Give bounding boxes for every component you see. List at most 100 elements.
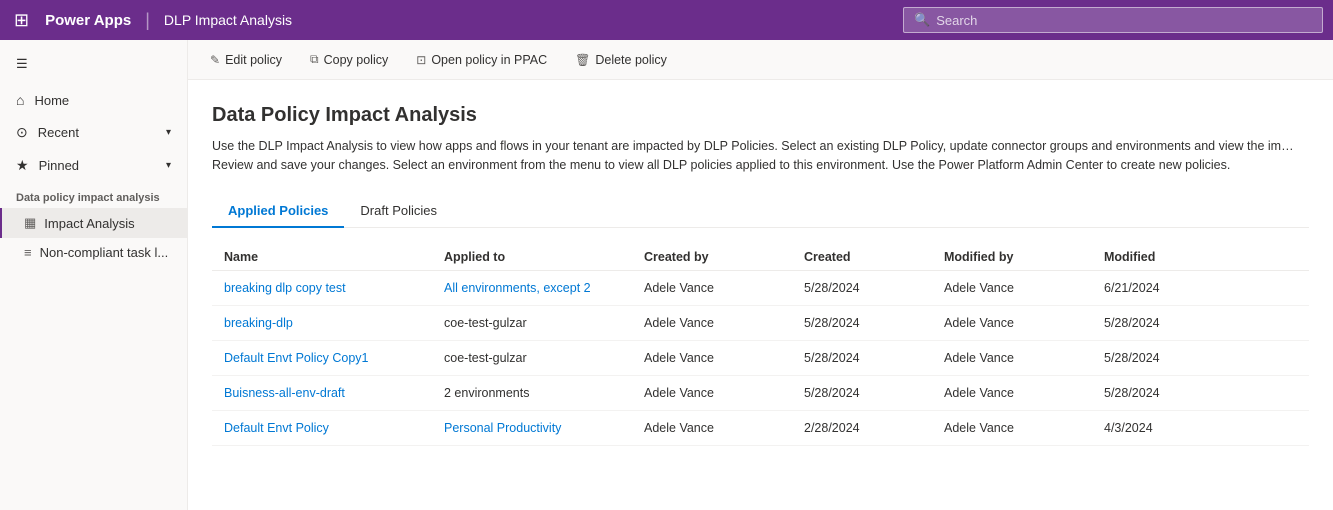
content-area: ✎ Edit policy ⧉ Copy policy ⊡ Open polic… <box>188 40 1333 510</box>
brand-label: Power Apps <box>45 12 131 29</box>
open-icon: ⊡ <box>416 53 426 67</box>
main-layout: ☰ ⌂ Home ⊙ Recent ▾ ★ Pinned ▾ Data poli… <box>0 40 1333 510</box>
cell-modified: 5/28/2024 <box>1104 386 1224 400</box>
hamburger-icon: ☰ <box>16 56 28 71</box>
table-row: Buisness-all-env-draft 2 environments Ad… <box>212 376 1309 411</box>
sidebar-section-label: Data policy impact analysis <box>0 182 187 208</box>
cell-created: 5/28/2024 <box>804 351 944 365</box>
cell-created: 2/28/2024 <box>804 421 944 435</box>
tabs-bar: Applied Policies Draft Policies <box>212 195 1309 228</box>
home-icon: ⌂ <box>16 92 24 108</box>
copy-icon: ⧉ <box>310 52 319 67</box>
policy-name-link[interactable]: breaking dlp copy test <box>224 281 346 295</box>
cell-modified-by: Adele Vance <box>944 351 1104 365</box>
cell-name[interactable]: Default Envt Policy <box>224 421 444 435</box>
policies-table: Name Applied to Created by Created Modif… <box>212 244 1309 446</box>
cell-modified-by: Adele Vance <box>944 316 1104 330</box>
chevron-down-icon-pinned: ▾ <box>166 160 171 171</box>
sidebar-home-label: Home <box>34 93 69 108</box>
sidebar-item-impact-analysis[interactable]: ▦ Impact Analysis <box>0 208 187 238</box>
table-row: Default Envt Policy Personal Productivit… <box>212 411 1309 446</box>
applied-to: 2 environments <box>444 386 529 400</box>
applied-to: coe-test-gulzar <box>444 316 527 330</box>
delete-policy-button[interactable]: 🗑 Delete policy <box>569 49 673 71</box>
cell-name[interactable]: Buisness-all-env-draft <box>224 386 444 400</box>
cell-created: 5/28/2024 <box>804 316 944 330</box>
cell-applied-to: coe-test-gulzar <box>444 316 644 330</box>
applied-to: coe-test-gulzar <box>444 351 527 365</box>
table-row: Default Envt Policy Copy1 coe-test-gulza… <box>212 341 1309 376</box>
table-row: breaking-dlp coe-test-gulzar Adele Vance… <box>212 306 1309 341</box>
col-header-modified: Modified <box>1104 250 1224 264</box>
policy-name-link[interactable]: Default Envt Policy Copy1 <box>224 351 369 365</box>
col-header-name: Name <box>224 250 444 264</box>
recent-icon: ⊙ <box>16 124 28 141</box>
cell-applied-to[interactable]: Personal Productivity <box>444 421 644 435</box>
policy-name-link[interactable]: Buisness-all-env-draft <box>224 386 345 400</box>
pin-icon: ★ <box>16 157 29 174</box>
policy-name-link[interactable]: breaking-dlp <box>224 316 293 330</box>
policy-name-link[interactable]: Default Envt Policy <box>224 421 329 435</box>
sidebar-non-compliant-label: Non-compliant task l... <box>40 245 169 260</box>
col-header-created-by: Created by <box>644 250 804 264</box>
delete-icon: 🗑 <box>575 53 590 67</box>
edit-icon: ✎ <box>210 53 220 67</box>
cell-created-by: Adele Vance <box>644 316 804 330</box>
search-box[interactable]: 🔍 <box>903 7 1323 33</box>
copy-policy-button[interactable]: ⧉ Copy policy <box>304 48 394 71</box>
page-heading: Data Policy Impact Analysis <box>212 104 1309 127</box>
applied-to-link[interactable]: All environments, except 2 <box>444 281 591 295</box>
cell-name[interactable]: breaking-dlp <box>224 316 444 330</box>
sidebar-item-non-compliant[interactable]: ≡ Non-compliant task l... <box>0 238 187 267</box>
toolbar: ✎ Edit policy ⧉ Copy policy ⊡ Open polic… <box>188 40 1333 80</box>
cell-applied-to: coe-test-gulzar <box>444 351 644 365</box>
edit-policy-label: Edit policy <box>225 53 282 67</box>
cell-created: 5/28/2024 <box>804 386 944 400</box>
cell-applied-to: 2 environments <box>444 386 644 400</box>
sidebar-pinned-label: Pinned <box>39 158 79 173</box>
page-title-nav: DLP Impact Analysis <box>164 12 292 28</box>
search-icon: 🔍 <box>914 12 930 28</box>
cell-modified-by: Adele Vance <box>944 281 1104 295</box>
sidebar-item-recent[interactable]: ⊙ Recent ▾ <box>0 116 187 149</box>
table-row: breaking dlp copy test All environments,… <box>212 271 1309 306</box>
sidebar-item-pinned[interactable]: ★ Pinned ▾ <box>0 149 187 182</box>
table-body: breaking dlp copy test All environments,… <box>212 271 1309 446</box>
tab-applied-policies[interactable]: Applied Policies <box>212 195 344 228</box>
col-header-modified-by: Modified by <box>944 250 1104 264</box>
cell-created-by: Adele Vance <box>644 351 804 365</box>
cell-name[interactable]: Default Envt Policy Copy1 <box>224 351 444 365</box>
cell-modified: 6/21/2024 <box>1104 281 1224 295</box>
applied-to-link[interactable]: Personal Productivity <box>444 421 561 435</box>
cell-modified: 5/28/2024 <box>1104 316 1224 330</box>
open-ppac-button[interactable]: ⊡ Open policy in PPAC <box>410 49 553 71</box>
chevron-down-icon: ▾ <box>166 127 171 138</box>
delete-policy-label: Delete policy <box>595 53 667 67</box>
search-input[interactable] <box>936 13 1312 28</box>
col-header-created: Created <box>804 250 944 264</box>
waffle-icon[interactable]: ⊞ <box>10 6 33 35</box>
cell-modified: 5/28/2024 <box>1104 351 1224 365</box>
cell-modified: 4/3/2024 <box>1104 421 1224 435</box>
cell-name[interactable]: breaking dlp copy test <box>224 281 444 295</box>
hamburger-button[interactable]: ☰ <box>0 48 187 80</box>
sidebar-impact-label: Impact Analysis <box>44 216 134 231</box>
impact-analysis-icon: ▦ <box>24 215 36 231</box>
cell-created-by: Adele Vance <box>644 386 804 400</box>
cell-modified-by: Adele Vance <box>944 386 1104 400</box>
open-ppac-label: Open policy in PPAC <box>431 53 547 67</box>
nav-separator: | <box>145 10 150 31</box>
cell-created-by: Adele Vance <box>644 281 804 295</box>
tab-draft-policies[interactable]: Draft Policies <box>344 195 453 228</box>
sidebar-recent-label: Recent <box>38 125 79 140</box>
col-header-applied-to: Applied to <box>444 250 644 264</box>
page-content: Data Policy Impact Analysis Use the DLP … <box>188 80 1333 510</box>
page-description: Use the DLP Impact Analysis to view how … <box>212 137 1309 175</box>
sidebar-item-home[interactable]: ⌂ Home <box>0 84 187 116</box>
sidebar: ☰ ⌂ Home ⊙ Recent ▾ ★ Pinned ▾ Data poli… <box>0 40 188 510</box>
cell-applied-to[interactable]: All environments, except 2 <box>444 281 644 295</box>
edit-policy-button[interactable]: ✎ Edit policy <box>204 49 288 71</box>
cell-created: 5/28/2024 <box>804 281 944 295</box>
table-header-row: Name Applied to Created by Created Modif… <box>212 244 1309 271</box>
non-compliant-icon: ≡ <box>24 245 32 260</box>
